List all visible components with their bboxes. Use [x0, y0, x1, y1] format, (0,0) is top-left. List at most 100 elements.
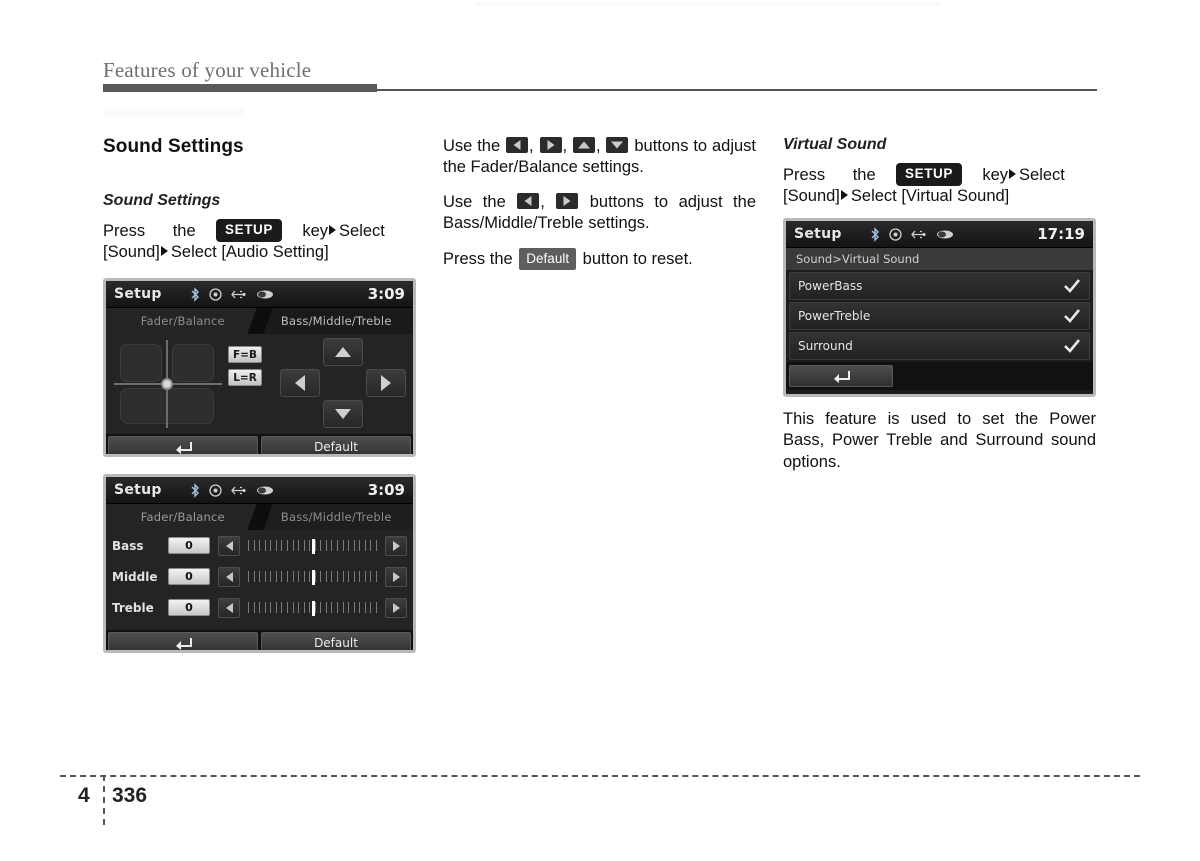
- setup-key-badge[interactable]: SETUP: [215, 219, 282, 242]
- screen-title: Setup: [794, 226, 842, 242]
- reset-instruction-text: button to reset.: [582, 249, 693, 268]
- chevron-right-icon: [840, 190, 848, 201]
- instr-select: Select: [1019, 166, 1065, 184]
- instruction-virtual-sound: Press the SETUP key Select [Sound] Select …: [783, 163, 1096, 208]
- eq-value: 0: [168, 568, 210, 585]
- up-arrow-icon: [335, 347, 351, 357]
- eq-increase-button[interactable]: [385, 597, 407, 618]
- right-button[interactable]: [366, 369, 406, 397]
- left-arrow-badge[interactable]: [506, 137, 529, 153]
- instr-select: Select: [339, 222, 385, 240]
- eq-slider-thumb[interactable]: [311, 538, 315, 554]
- screenshot-fader-balance: Setup 3:09 Fader/Balance Bass/Middle/Tre…: [103, 278, 416, 457]
- eq-increase-button[interactable]: [385, 535, 407, 556]
- aux-icon: [256, 290, 273, 298]
- disc-icon: [889, 227, 902, 241]
- eq-decrease-button[interactable]: [218, 597, 240, 618]
- instr-press: Press: [103, 222, 146, 240]
- left-arrow-icon: [295, 375, 305, 391]
- header-rule-thin: [377, 89, 1097, 91]
- footer-divider: [103, 775, 105, 825]
- eq-decrease-button[interactable]: [218, 566, 240, 587]
- clock: 3:09: [367, 285, 405, 303]
- back-icon: [176, 442, 192, 454]
- eq-slider-track[interactable]: [245, 536, 380, 556]
- header-rule-thick: [103, 84, 377, 92]
- equalizer-panel: Bass 0 Middle 0 Treble 0: [106, 530, 413, 630]
- tab-fader-balance[interactable]: Fader/Balance: [106, 308, 260, 334]
- left-arrow-icon: [225, 540, 233, 551]
- back-button[interactable]: [108, 436, 258, 454]
- right-arrow-icon: [381, 375, 391, 391]
- instruction-audio-setting: Press the SETUP key Select [Sound] Select …: [103, 219, 416, 264]
- down-arrow-badge[interactable]: [606, 137, 629, 153]
- virtual-sound-caption: This feature is used to set the Power Ba…: [783, 410, 1096, 471]
- default-key-badge[interactable]: Default: [519, 247, 577, 271]
- aux-icon: [936, 230, 953, 238]
- aux-icon: [256, 486, 273, 494]
- list-item-surround[interactable]: Surround: [789, 332, 1090, 360]
- subsection-title-sound-settings: Sound Settings: [103, 192, 221, 209]
- bottom-bar: [786, 362, 1093, 390]
- setup-key-badge[interactable]: SETUP: [895, 163, 962, 186]
- eq-slider-thumb[interactable]: [311, 600, 315, 616]
- back-button[interactable]: [789, 365, 893, 387]
- balance-position-dot[interactable]: [161, 378, 173, 390]
- instruction-default-reset: Press the Default button to reset.: [443, 247, 756, 271]
- back-icon: [834, 371, 850, 383]
- eq-slider-track[interactable]: [245, 598, 380, 618]
- list-item-label: PowerTreble: [798, 309, 871, 323]
- instr-press: Press: [783, 166, 826, 184]
- eq-decrease-button[interactable]: [218, 535, 240, 556]
- checkmark-icon[interactable]: [1063, 277, 1081, 295]
- manual-page: Features of your vehicle Sound Settings …: [0, 0, 1200, 861]
- list-item-powertreble[interactable]: PowerTreble: [789, 302, 1090, 330]
- bluetooth-icon: [191, 482, 199, 498]
- right-arrow-icon: [392, 540, 400, 551]
- list-item-label: PowerBass: [798, 279, 863, 293]
- column-middle: Use the , , , buttons to adjust the Fade…: [443, 136, 756, 271]
- screen-title: Setup: [114, 482, 162, 498]
- tab-bar: Fader/Balance Bass/Middle/Treble: [106, 308, 413, 334]
- screenshot-bass-middle-treble: Setup 3:09 Fader/Balance Bass/Middle/Tre…: [103, 474, 416, 653]
- left-arrow-badge[interactable]: [517, 192, 540, 209]
- left-arrow-icon: [225, 571, 233, 582]
- press-the-text: Press the: [443, 249, 513, 268]
- tab-fader-balance[interactable]: Fader/Balance: [106, 504, 260, 530]
- seat-diagram[interactable]: [114, 340, 222, 428]
- eq-increase-button[interactable]: [385, 566, 407, 587]
- list-item-powerbass[interactable]: PowerBass: [789, 272, 1090, 300]
- balance-equal-button[interactable]: L=R: [228, 369, 262, 386]
- screen-title: Setup: [114, 286, 162, 302]
- status-icons: [190, 482, 274, 498]
- fader-equal-button[interactable]: F=B: [228, 346, 262, 363]
- eq-slider-thumb[interactable]: [311, 569, 315, 585]
- checkmark-icon[interactable]: [1063, 337, 1081, 355]
- back-button[interactable]: [108, 632, 258, 650]
- down-button[interactable]: [323, 400, 363, 428]
- instr-the: the: [852, 166, 876, 184]
- right-arrow-badge[interactable]: [556, 192, 579, 209]
- seat-front-left: [120, 344, 162, 382]
- subsection-title-virtual-sound: Virtual Sound: [783, 136, 887, 153]
- use-the-text: Use the: [443, 192, 506, 211]
- footer-rule: [60, 775, 1140, 777]
- left-button[interactable]: [280, 369, 320, 397]
- clock: 3:09: [367, 481, 405, 499]
- tab-bass-middle-treble[interactable]: Bass/Middle/Treble: [259, 504, 413, 530]
- tab-bass-middle-treble[interactable]: Bass/Middle/Treble: [259, 308, 413, 334]
- eq-row-treble: Treble 0: [106, 592, 413, 623]
- page-title: Sound Settings: [103, 136, 244, 157]
- eq-slider-track[interactable]: [245, 567, 380, 587]
- checkmark-icon[interactable]: [1063, 307, 1081, 325]
- use-the-text: Use the: [443, 137, 501, 155]
- column-left: Sound Settings Sound Settings Press the …: [103, 136, 416, 277]
- right-arrow-badge[interactable]: [539, 137, 562, 153]
- default-button[interactable]: Default: [261, 436, 411, 454]
- bottom-bar: Default: [106, 434, 413, 454]
- up-arrow-badge[interactable]: [572, 137, 595, 153]
- default-button[interactable]: Default: [261, 632, 411, 650]
- page-number: 336: [112, 784, 148, 807]
- up-button[interactable]: [323, 338, 363, 366]
- eq-value: 0: [168, 599, 210, 616]
